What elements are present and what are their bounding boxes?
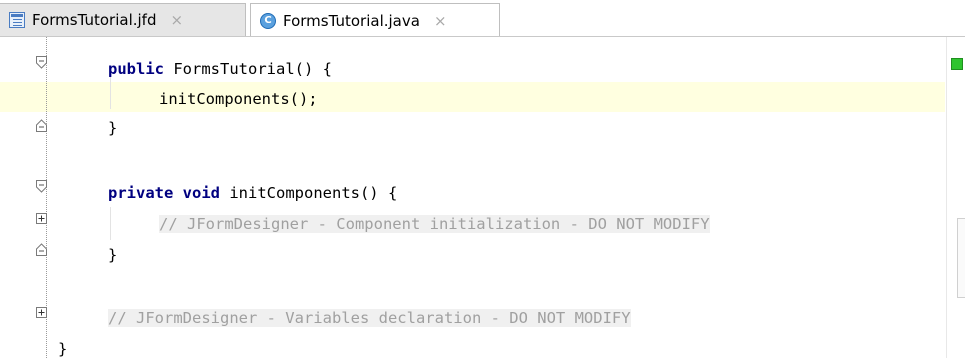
fold-open-icon[interactable] — [36, 180, 47, 193]
tab-label: FormsTutorial.java — [283, 11, 420, 30]
code-text: initComponents(); — [159, 90, 318, 108]
tab-forms-jfd[interactable]: FormsTutorial.jfd × — [0, 3, 246, 36]
right-margin-strip — [946, 37, 947, 358]
code-line: private void initComponents() { — [108, 178, 397, 208]
code-line: } — [108, 113, 117, 143]
fold-end-icon[interactable] — [36, 243, 47, 256]
tab-forms-java[interactable]: C FormsTutorial.java × — [250, 3, 500, 37]
fold-expand-icon[interactable] — [36, 307, 47, 320]
folded-comment[interactable]: // JFormDesigner - Variables declaration… — [108, 309, 631, 327]
code-text: FormsTutorial() { — [164, 60, 332, 78]
code-line: } — [58, 334, 67, 364]
keyword: void — [182, 184, 220, 202]
form-file-icon — [9, 12, 25, 28]
code-line: } — [108, 240, 117, 270]
close-icon[interactable]: × — [434, 12, 447, 30]
close-icon[interactable]: × — [170, 11, 183, 29]
current-line-highlight — [0, 82, 945, 112]
code-line: public FormsTutorial() { — [108, 54, 332, 84]
code-text: } — [108, 246, 118, 264]
code-line-folded: // JFormDesigner - Component initializat… — [159, 209, 710, 239]
folded-comment[interactable]: // JFormDesigner - Component initializat… — [159, 215, 710, 233]
scrollbar-thumb[interactable] — [957, 218, 965, 298]
code-text: } — [108, 119, 118, 137]
indent-guide — [110, 207, 112, 240]
java-class-icon: C — [260, 12, 276, 29]
keyword: private — [108, 184, 174, 202]
code-line-current: initComponents(); — [159, 84, 318, 114]
tab-label: FormsTutorial.jfd — [32, 11, 157, 29]
editor-tab-bar: FormsTutorial.jfd × C FormsTutorial.java… — [0, 0, 965, 37]
code-text: initComponents() { — [220, 184, 398, 202]
fold-expand-icon[interactable] — [36, 213, 47, 226]
keyword: public — [108, 60, 164, 78]
code-text: } — [58, 340, 68, 358]
code-editor[interactable]: public FormsTutorial() { initComponents(… — [0, 37, 965, 358]
fold-open-icon[interactable] — [36, 56, 47, 69]
analysis-status-icon[interactable] — [951, 58, 963, 70]
fold-end-icon[interactable] — [36, 119, 47, 132]
code-line-folded: // JFormDesigner - Variables declaration… — [108, 303, 631, 333]
